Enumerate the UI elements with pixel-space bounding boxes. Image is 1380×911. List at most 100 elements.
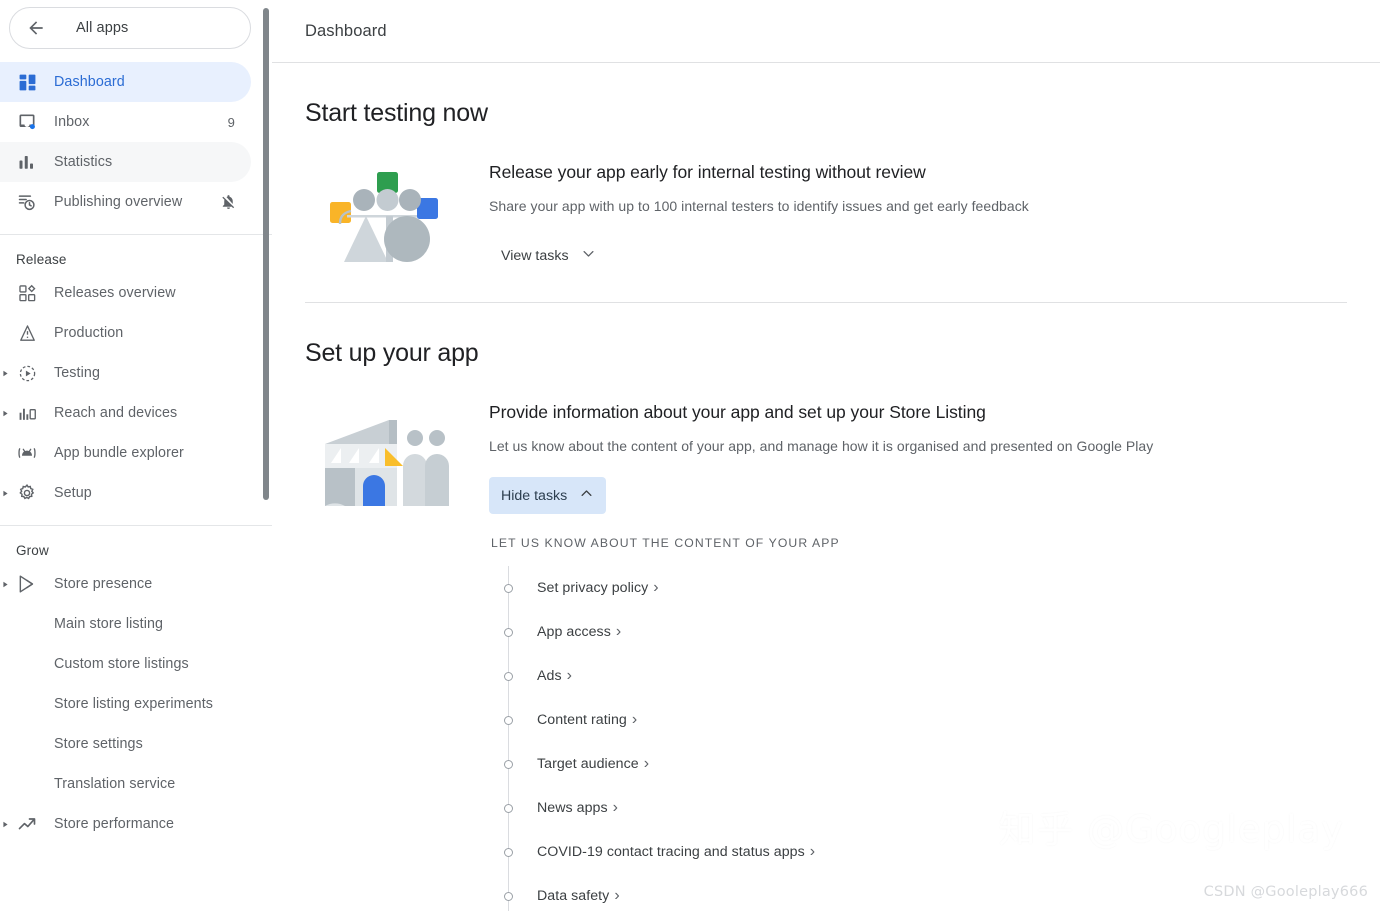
- set-up-app-card-body: Provide information about your app and s…: [465, 402, 1347, 911]
- main-content: Dashboard Start testing now Release your…: [272, 0, 1380, 911]
- google-play-icon: [16, 573, 38, 595]
- sidebar-item-main-store-listing[interactable]: Main store listing: [0, 604, 251, 644]
- task-label[interactable]: Set privacy policy: [537, 580, 648, 596]
- sidebar-item-inbox[interactable]: Inbox 9: [0, 102, 251, 142]
- sidebar-item-custom-store-listings-label: Custom store listings: [54, 656, 189, 672]
- sidebar-grow-nav: Store presence Main store listing Custom…: [0, 564, 272, 844]
- section-start-testing-title: Start testing now: [305, 99, 488, 127]
- chevron-right-icon: ›: [566, 667, 572, 685]
- task-row[interactable]: Content rating ›: [491, 698, 1347, 742]
- sidebar-item-store-performance[interactable]: Store performance: [0, 804, 251, 844]
- sidebar-item-store-settings-label: Store settings: [54, 736, 143, 752]
- task-row[interactable]: Set privacy policy ›: [491, 566, 1347, 610]
- sidebar-item-production-label: Production: [54, 325, 124, 341]
- sidebar-item-statistics-label: Statistics: [54, 154, 113, 170]
- task-label[interactable]: COVID-19 contact tracing and status apps: [537, 844, 805, 860]
- task-status-circle-icon: [504, 715, 513, 725]
- page-title: Dashboard: [305, 21, 387, 40]
- expand-arrow-icon[interactable]: [0, 368, 10, 378]
- tasks-group-heading: Let us know about the content of your ap…: [491, 536, 840, 551]
- section-set-up-app-title: Set up your app: [305, 339, 479, 368]
- task-status-circle-icon: [504, 583, 513, 593]
- chevron-right-icon: ›: [614, 887, 620, 905]
- sidebar: All apps Dashboard Inbox 9 Statistics Pu…: [0, 0, 272, 911]
- sidebar-item-publishing-overview-label: Publishing overview: [54, 194, 183, 210]
- bar-chart-icon: [16, 151, 38, 173]
- page-header: Dashboard: [272, 0, 1380, 62]
- chevron-up-icon: [579, 486, 594, 505]
- view-tasks-button[interactable]: View tasks: [489, 237, 608, 274]
- chevron-right-icon: ›: [615, 623, 622, 641]
- expand-arrow-icon[interactable]: [0, 819, 10, 829]
- sidebar-item-reach-and-devices-label: Reach and devices: [54, 405, 178, 421]
- task-status-circle-icon: [504, 671, 513, 681]
- task-label[interactable]: App access: [537, 624, 611, 640]
- sidebar-scrollbar[interactable]: [260, 0, 272, 911]
- task-label[interactable]: Target audience: [537, 756, 639, 772]
- sidebar-item-testing[interactable]: Testing: [0, 353, 251, 393]
- task-status-circle-icon: [504, 759, 513, 769]
- sidebar-item-production[interactable]: Production: [0, 313, 251, 353]
- start-testing-card-description: Share your app with up to 100 internal t…: [489, 198, 1029, 214]
- task-label[interactable]: Content rating: [537, 712, 627, 728]
- header-divider: [272, 62, 1380, 63]
- tasks-container: Let us know about the content of your ap…: [489, 536, 1347, 911]
- task-label[interactable]: Ads: [537, 668, 562, 684]
- sidebar-item-reach-and-devices[interactable]: Reach and devices: [0, 393, 251, 433]
- notifications-off-icon[interactable]: [219, 193, 237, 211]
- trending-up-icon: [16, 813, 38, 835]
- task-row[interactable]: News apps ›: [491, 786, 1347, 830]
- sidebar-item-custom-store-listings[interactable]: Custom store listings: [0, 644, 251, 684]
- hide-tasks-label: Hide tasks: [501, 487, 568, 504]
- gear-icon: [16, 482, 38, 504]
- sidebar-item-testing-label: Testing: [54, 365, 100, 381]
- sidebar-item-translation-service[interactable]: Translation service: [0, 764, 251, 804]
- task-list: Set privacy policy › App access › Ads › …: [491, 566, 1347, 911]
- sidebar-item-releases-overview-label: Releases overview: [54, 285, 176, 301]
- dashboard-grid-icon: [16, 71, 38, 93]
- all-apps-label: All apps: [76, 20, 129, 36]
- sidebar-item-setup[interactable]: Setup: [0, 473, 251, 513]
- task-row[interactable]: COVID-19 contact tracing and status apps…: [491, 830, 1347, 874]
- sidebar-scrollbar-thumb[interactable]: [263, 8, 269, 500]
- inbox-unread-badge: 9: [227, 114, 235, 130]
- sidebar-section-grow-title: Grow: [16, 543, 49, 558]
- production-icon: [16, 322, 38, 344]
- task-label[interactable]: Data safety: [537, 888, 609, 904]
- task-status-circle-icon: [504, 803, 513, 813]
- task-status-circle-icon: [504, 847, 513, 857]
- task-row[interactable]: Ads ›: [491, 654, 1347, 698]
- task-row[interactable]: Target audience ›: [491, 742, 1347, 786]
- releases-overview-icon: [16, 282, 38, 304]
- sidebar-item-releases-overview[interactable]: Releases overview: [0, 273, 251, 313]
- hide-tasks-button[interactable]: Hide tasks: [489, 477, 607, 515]
- set-up-app-card-description: Let us know about the content of your ap…: [489, 438, 1154, 455]
- section-set-up-app: Set up your app Provide information abou…: [272, 339, 1380, 911]
- sidebar-item-store-listing-experiments-label: Store listing experiments: [54, 696, 214, 712]
- task-status-circle-icon: [504, 891, 513, 901]
- sidebar-item-dashboard[interactable]: Dashboard: [0, 62, 251, 102]
- task-row[interactable]: Data safety ›: [491, 874, 1347, 911]
- task-label[interactable]: News apps: [537, 800, 608, 816]
- chevron-right-icon: ›: [809, 843, 816, 861]
- sidebar-item-store-performance-label: Store performance: [54, 816, 175, 832]
- sidebar-item-publishing-overview[interactable]: Publishing overview: [0, 182, 251, 222]
- sidebar-item-store-presence-label: Store presence: [54, 576, 153, 592]
- sidebar-item-app-bundle-explorer[interactable]: App bundle explorer: [0, 433, 251, 473]
- expand-arrow-icon[interactable]: [0, 488, 10, 498]
- chevron-down-icon: [581, 246, 596, 265]
- sidebar-item-store-presence[interactable]: Store presence: [0, 564, 251, 604]
- arrow-left-icon: [24, 16, 48, 40]
- sidebar-item-statistics[interactable]: Statistics: [0, 142, 251, 182]
- sidebar-item-inbox-label: Inbox: [54, 114, 90, 130]
- sidebar-item-store-listing-experiments[interactable]: Store listing experiments: [0, 684, 251, 724]
- view-tasks-label: View tasks: [501, 247, 569, 264]
- expand-arrow-icon[interactable]: [0, 579, 10, 589]
- chevron-right-icon: ›: [631, 711, 638, 729]
- task-row[interactable]: App access ›: [491, 610, 1347, 654]
- sidebar-item-store-settings[interactable]: Store settings: [0, 724, 251, 764]
- all-apps-back-button[interactable]: All apps: [9, 7, 251, 49]
- reach-devices-icon: [16, 402, 38, 424]
- sidebar-item-dashboard-label: Dashboard: [54, 74, 125, 90]
- expand-arrow-icon[interactable]: [0, 408, 10, 418]
